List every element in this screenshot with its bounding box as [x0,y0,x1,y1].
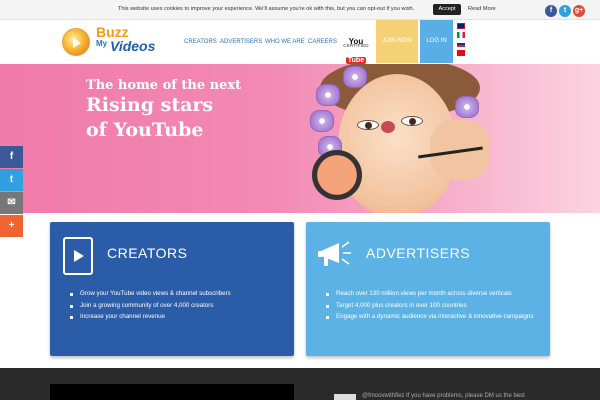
eye-left [357,120,379,130]
more-share-icon[interactable]: + [0,215,23,237]
turkey-flag-icon[interactable] [457,50,465,56]
hero-banner: The home of the next Rising stars of You… [0,64,600,213]
curler-icon [343,66,367,88]
list-item: Grow your YouTube video views & channel … [70,288,280,300]
advertisers-bullets: Reach over 130 million views per month a… [326,288,536,323]
advertisers-card[interactable]: ADVERTISERS Reach over 130 million views… [306,222,550,356]
hero-line-3: of YouTube [86,119,204,141]
log-in-button[interactable]: LOG IN [420,20,453,63]
curler-icon [455,96,479,118]
curler-icon [316,84,340,106]
list-item: Reach over 130 million views per month a… [326,288,536,300]
tweet-text[interactable]: @fmoovwithfiez If you have problems, ple… [362,393,525,399]
uk-flag-icon[interactable] [457,23,465,29]
logo-globe-icon[interactable] [62,28,90,56]
nav-creators[interactable]: CREATORS [184,39,217,45]
makeup-compact [312,150,362,200]
accept-cookies-button[interactable]: Accept [433,4,461,15]
hero-mouth [381,121,395,133]
nav-advertisers[interactable]: ADVERTISERS [220,39,262,45]
curler-icon [310,110,334,132]
list-item: Engage with a dynamic audience via inter… [326,311,536,323]
advertisers-title: ADVERTISERS [366,245,471,261]
youtube-tube-text: Tube [345,57,367,64]
hero-line-2: Rising stars [86,94,214,116]
twitter-icon[interactable]: t [559,5,571,17]
tablet-play-icon [63,237,93,275]
list-item: Target 4,000 plus creators in over 100 c… [326,300,536,312]
italy-flag-icon[interactable] [457,32,465,38]
nav-careers[interactable]: CAREERS [308,39,337,45]
eye-right [401,116,423,126]
creators-title: CREATORS [107,245,188,261]
logo-videos[interactable]: Videos [110,38,155,54]
creators-bullets: Grow your YouTube video views & channel … [70,288,280,323]
facebook-share-icon[interactable]: f [0,146,23,168]
email-share-icon[interactable]: ✉ [0,192,23,214]
list-item: Join a growing community of over 4,000 c… [70,300,280,312]
video-embed[interactable] [50,384,294,400]
share-bar: f t ✉ + [0,146,23,238]
russia-flag-icon[interactable] [457,41,465,47]
twitter-share-icon[interactable]: t [0,169,23,191]
facebook-icon[interactable]: f [545,5,557,17]
creators-card[interactable]: CREATORS Grow your YouTube video views &… [50,222,294,356]
google-plus-icon[interactable]: g+ [573,5,585,17]
megaphone-icon [318,241,351,266]
hero-line-1: The home of the next [86,78,242,93]
logo-my[interactable]: My [96,39,107,48]
join-now-button[interactable]: JOIN NOW [376,20,418,63]
youtube-certified-badge: YouTube CERTIFIED [341,31,371,64]
nav-who-we-are[interactable]: WHO WE ARE [265,39,305,45]
cookie-message: This website uses cookies to improve you… [118,6,415,12]
youtube-certified-text: CERTIFIED [343,43,369,48]
cookie-bar: This website uses cookies to improve you… [0,0,600,20]
tweet-avatar [334,394,356,400]
read-more-link[interactable]: Read More [468,6,496,12]
list-item: Increase your channel revenue [70,311,280,323]
